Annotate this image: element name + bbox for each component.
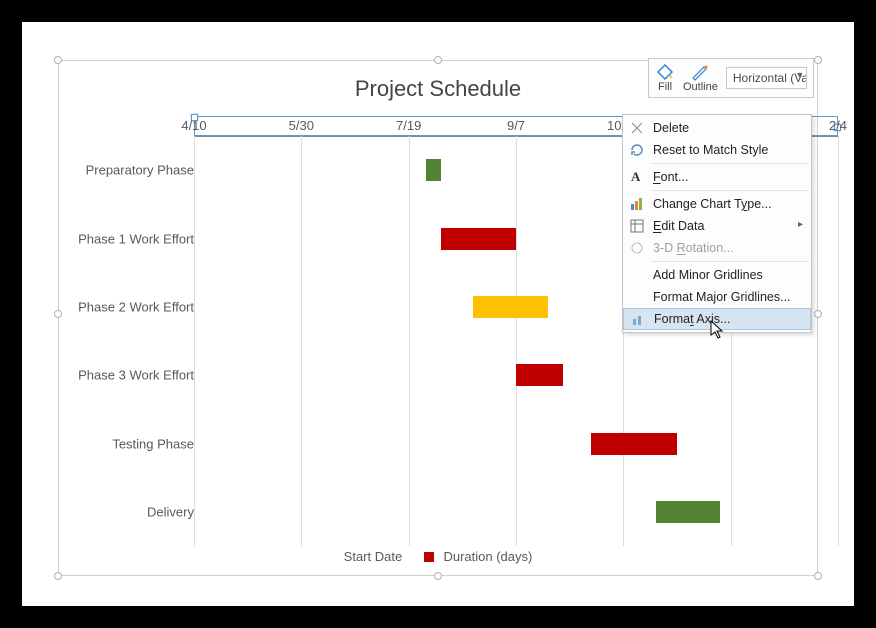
resize-handle[interactable] <box>814 572 822 580</box>
ctx-label: Font... <box>653 170 688 184</box>
ctx-delete[interactable]: Delete <box>623 117 811 139</box>
ctx-label: Format Axis... <box>654 312 730 326</box>
bar[interactable] <box>473 296 548 318</box>
ctx-3d-rotation: 3-D Rotation... <box>623 237 811 259</box>
separator <box>651 190 809 191</box>
y-category-label: Phase 3 Work Effort <box>78 368 194 383</box>
y-category-label: Preparatory Phase <box>86 163 194 178</box>
submenu-arrow-icon: ▸ <box>798 219 803 230</box>
ctx-format-major-gridlines[interactable]: Format Major Gridlines... <box>623 286 811 308</box>
context-menu[interactable]: Delete Reset to Match Style A Font... Ch… <box>622 114 812 333</box>
x-tick-label: 5/30 <box>289 118 314 133</box>
bar[interactable] <box>426 159 441 181</box>
resize-handle[interactable] <box>54 56 62 64</box>
outline-label: Outline <box>683 81 718 93</box>
y-category-label: Testing Phase <box>112 436 194 451</box>
outline-button[interactable]: Outline <box>683 63 718 93</box>
ctx-change-chart-type[interactable]: Change Chart Type... <box>623 193 811 215</box>
bar[interactable] <box>516 364 563 386</box>
ctx-reset[interactable]: Reset to Match Style <box>623 139 811 161</box>
ctx-label: Change Chart Type... <box>653 197 772 211</box>
resize-handle[interactable] <box>54 572 62 580</box>
chart-type-icon <box>629 196 645 212</box>
x-tick-label: 7/19 <box>396 118 421 133</box>
bar[interactable] <box>591 433 677 455</box>
font-icon: A <box>631 169 647 185</box>
ctx-add-minor-gridlines[interactable]: Add Minor Gridlines <box>623 264 811 286</box>
bar[interactable] <box>441 228 516 250</box>
selector-text: Horizontal (Val <box>733 71 807 85</box>
x-tick-label: 9/7 <box>507 118 525 133</box>
paint-bucket-icon <box>655 63 675 81</box>
legend[interactable]: Start Date Duration (days) <box>22 549 854 564</box>
ctx-label: Reset to Match Style <box>653 143 768 157</box>
separator <box>651 163 809 164</box>
bar[interactable] <box>656 501 720 523</box>
axis-icon <box>630 312 646 328</box>
ctx-label: Delete <box>653 121 689 135</box>
pencil-icon <box>690 63 710 81</box>
resize-handle[interactable] <box>814 56 822 64</box>
ctx-label: Edit Data <box>653 219 704 233</box>
resize-handle[interactable] <box>434 572 442 580</box>
reset-icon <box>629 142 645 158</box>
delete-icon <box>629 120 645 136</box>
ctx-font[interactable]: A Font... <box>623 166 811 188</box>
y-category-label: Phase 2 Work Effort <box>78 299 194 314</box>
resize-handle[interactable] <box>434 56 442 64</box>
ctx-edit-data[interactable]: Edit Data ▸ <box>623 215 811 237</box>
ctx-label: Add Minor Gridlines <box>653 268 763 282</box>
chart-element-selector[interactable]: Horizontal (Val <box>726 67 807 89</box>
ctx-label: 3-D Rotation... <box>653 241 734 255</box>
ctx-format-axis[interactable]: Format Axis... <box>623 308 811 330</box>
gridline <box>838 136 839 546</box>
fill-label: Fill <box>658 81 672 93</box>
y-category-label: Delivery <box>147 504 194 519</box>
ctx-label: Format Major Gridlines... <box>653 290 791 304</box>
x-tick-label: 4/10 <box>181 118 206 133</box>
separator <box>651 261 809 262</box>
legend-swatch <box>424 552 434 562</box>
legend-entry[interactable]: Duration (days) <box>443 549 532 564</box>
x-tick-label: 2/4 <box>829 118 847 133</box>
y-category-label: Phase 1 Work Effort <box>78 231 194 246</box>
y-axis-labels[interactable]: Preparatory Phase Phase 1 Work Effort Phas… <box>58 136 198 546</box>
edit-data-icon <box>629 218 645 234</box>
rotation-icon <box>629 240 645 256</box>
legend-entry[interactable]: Start Date <box>344 549 403 564</box>
mini-toolbar[interactable]: Fill Outline Horizontal (Val <box>648 58 814 98</box>
chart-area[interactable]: Project Schedule Preparatory PhasePhase … <box>20 20 856 608</box>
fill-button[interactable]: Fill <box>655 63 675 93</box>
